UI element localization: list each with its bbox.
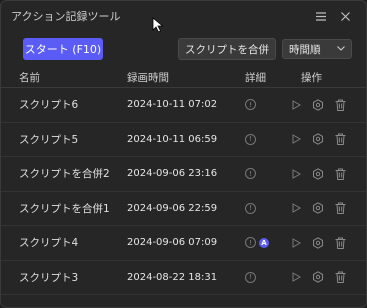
script-name: スクリプトを合併1 [19,202,110,215]
script-name: スクリプト3 [19,271,79,284]
record-time: 2024-09-06 22:59 [127,202,218,214]
toolbar: スタート (F10) スクリプトを合併 時間順 [1,31,366,67]
trash-icon[interactable] [333,132,347,146]
sort-select[interactable]: 時間順 [282,39,352,59]
record-time: 2024-10-11 06:59 [127,133,218,145]
header-name[interactable]: 名前 [1,70,127,85]
settings-icon[interactable] [311,201,325,215]
actions-cell [283,201,366,215]
trash-icon[interactable] [333,98,347,112]
trash-icon[interactable] [333,167,347,181]
play-icon[interactable] [289,98,303,112]
play-icon[interactable] [289,167,303,181]
scripts-table: 名前 録画時間 詳細 操作 スクリプト6 2024-10-11 07:02 ! … [1,67,366,295]
header-actions: 操作 [301,71,322,84]
record-time: 2024-08-22 18:31 [127,271,218,283]
play-icon[interactable] [289,236,303,250]
settings-icon[interactable] [311,98,325,112]
info-icon[interactable]: ! [245,202,256,214]
table-row[interactable]: スクリプトを合併2 2024-09-06 23:16 ! [1,157,366,192]
script-name: スクリプト6 [19,99,79,112]
settings-icon[interactable] [311,132,325,146]
script-name: スクリプトを合併2 [19,168,110,181]
trash-icon[interactable] [333,270,347,284]
table-row[interactable]: スクリプト6 2024-10-11 07:02 ! [1,88,366,123]
details-cell: ! [227,168,283,180]
info-icon[interactable]: ! [245,271,256,283]
title-bar: アクション記録ツール [1,1,366,31]
settings-icon[interactable] [311,236,325,250]
chevron-down-icon [337,44,345,54]
table-row[interactable]: スクリプト3 2024-08-22 18:31 ! [1,261,366,295]
record-time: 2024-10-11 07:02 [127,99,218,111]
record-time: 2024-09-06 23:16 [127,168,218,180]
actions-cell [283,270,366,284]
info-icon[interactable]: ! [245,237,256,249]
table-header: 名前 録画時間 詳細 操作 [1,67,366,88]
trash-icon[interactable] [333,236,347,250]
table-row[interactable]: スクリプトを合併1 2024-09-06 22:59 ! [1,192,366,226]
settings-icon[interactable] [311,270,325,284]
script-name: スクリプト4 [19,237,79,250]
details-cell: ! A [227,237,283,249]
info-icon[interactable]: ! [245,133,256,145]
menu-icon[interactable] [310,5,332,27]
settings-icon[interactable] [311,167,325,181]
actions-cell [283,236,366,250]
app-window: アクション記録ツール スタート (F10) スクリプトを合併 時間順 名前 録画… [0,0,367,308]
details-cell: ! [227,99,283,111]
sort-selected-value: 時間順 [289,43,321,56]
play-icon[interactable] [289,270,303,284]
actions-cell [283,98,366,112]
start-button[interactable]: スタート (F10) [23,38,103,60]
info-icon[interactable]: ! [245,168,256,180]
table-row[interactable]: スクリプト4 2024-09-06 07:09 ! A [1,226,366,261]
auto-badge[interactable]: A [259,237,269,248]
details-cell: ! [227,202,283,214]
play-icon[interactable] [289,132,303,146]
header-record-time[interactable]: 録画時間 [127,70,227,85]
actions-cell [283,132,366,146]
actions-cell [283,167,366,181]
info-icon[interactable]: ! [245,99,256,111]
script-name: スクリプト5 [19,133,79,146]
play-icon[interactable] [289,201,303,215]
header-details: 詳細 [245,71,266,84]
close-icon[interactable] [334,5,356,27]
merge-scripts-button[interactable]: スクリプトを合併 [178,38,276,60]
mouse-cursor-icon [152,17,164,33]
details-cell: ! [227,133,283,145]
table-row[interactable]: スクリプト5 2024-10-11 06:59 ! [1,123,366,157]
trash-icon[interactable] [333,201,347,215]
record-time: 2024-09-06 07:09 [127,237,218,249]
details-cell: ! [227,271,283,283]
